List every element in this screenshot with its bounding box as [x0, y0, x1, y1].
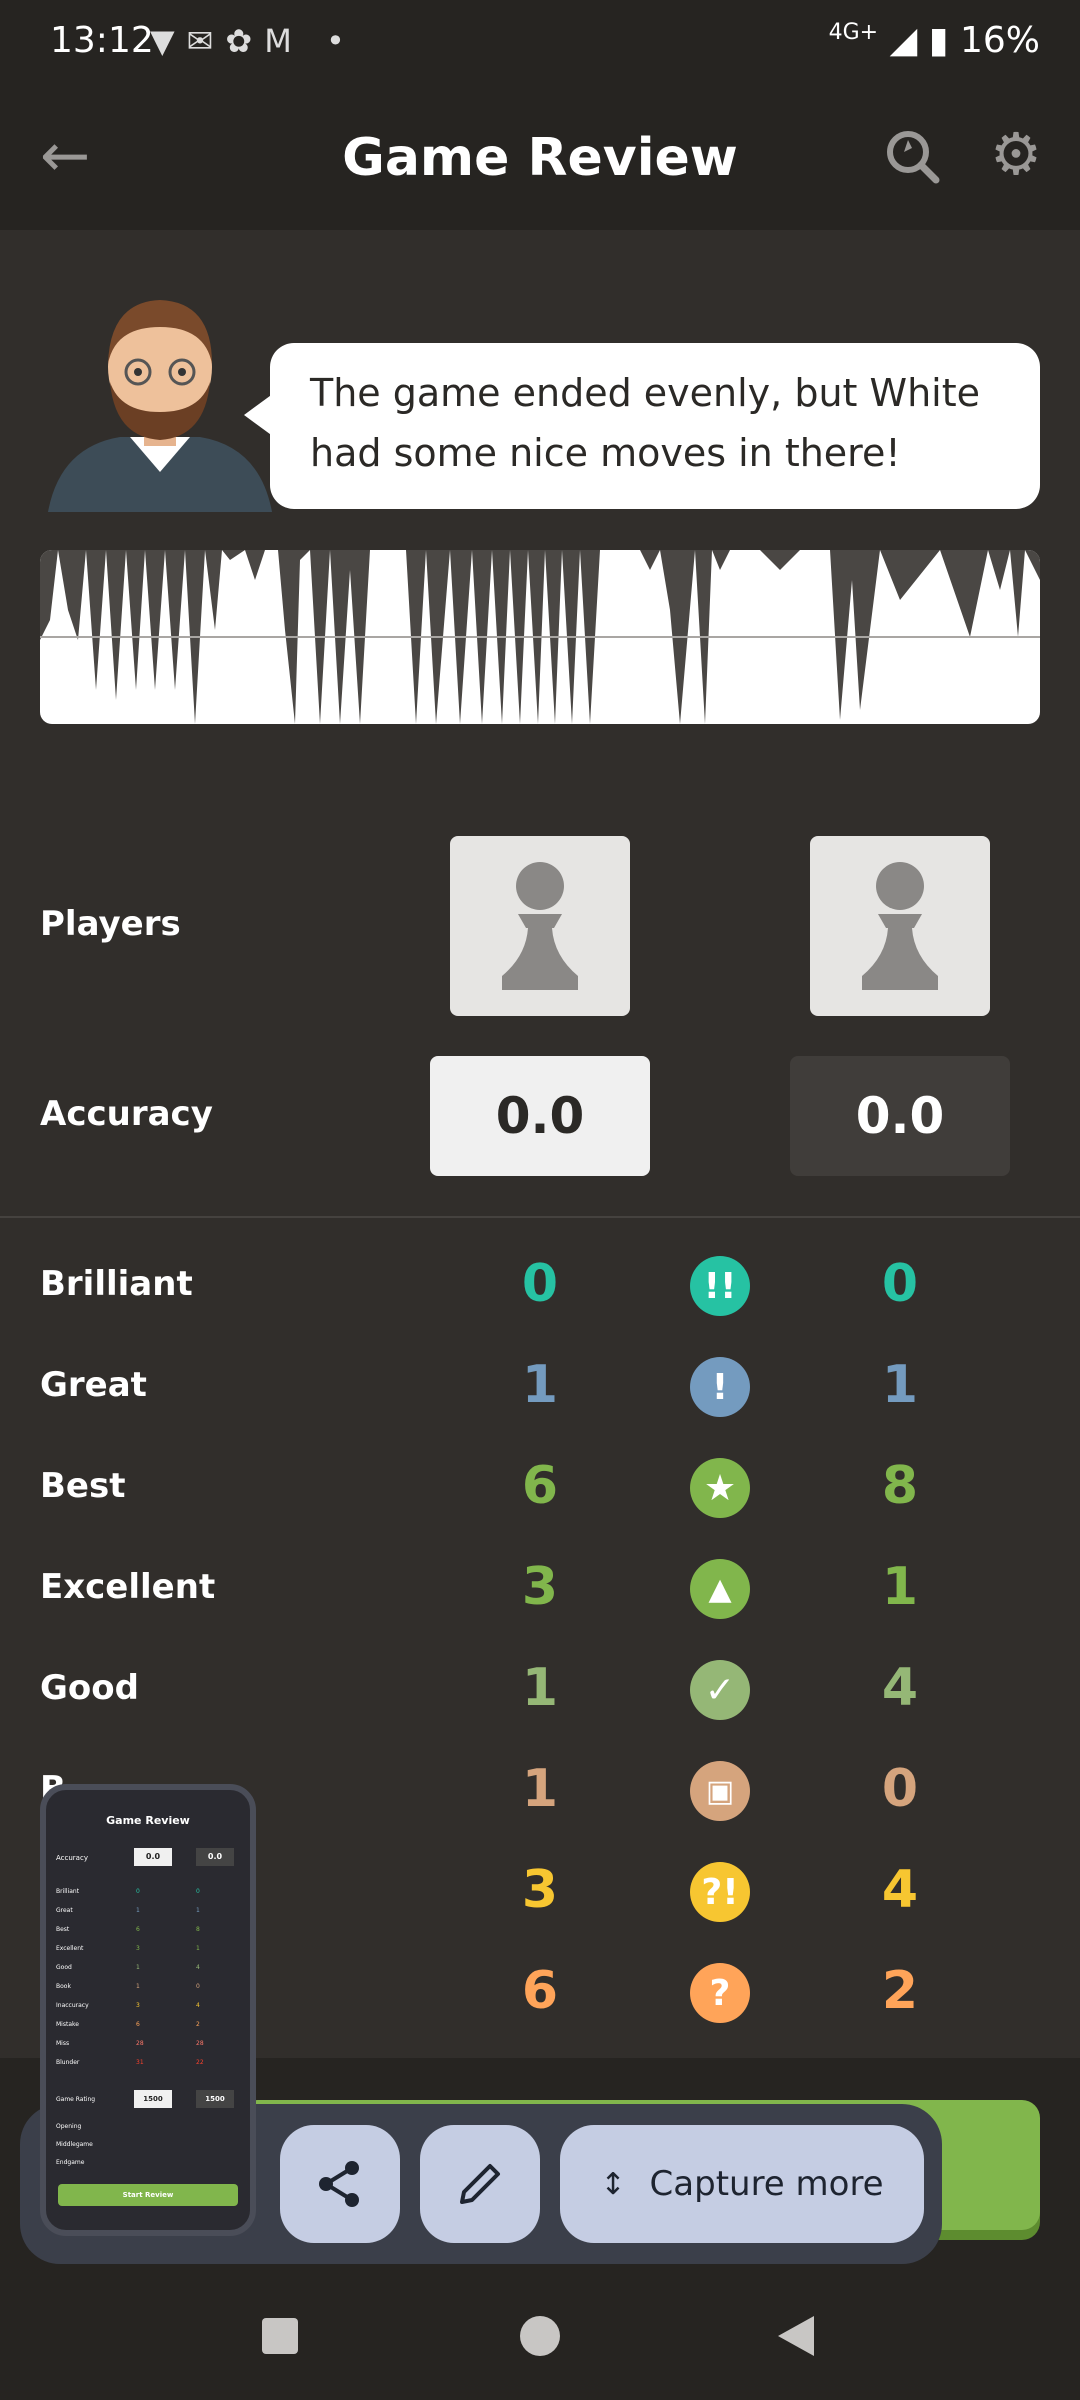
section-divider — [0, 1216, 1080, 1218]
thumbnail-rating-white: 1500 — [134, 2090, 172, 2108]
battery-icon: ▮ — [928, 20, 949, 61]
status-time: 13:12 — [50, 20, 154, 61]
share-icon — [319, 2161, 359, 2207]
recents-button-icon[interactable] — [262, 2318, 298, 2354]
thumbnail-acc-white: 0.0 — [134, 1848, 172, 1866]
thumbnail-phase: Endgame — [56, 2159, 85, 2166]
thumbnail-title: Game Review — [106, 1814, 190, 1827]
back-button-icon[interactable] — [778, 2316, 814, 2356]
thumbnail-row: Best 6 8 — [56, 1926, 200, 1933]
thumbnail-row: Book 1 0 — [56, 1983, 200, 1990]
brilliant-icon: !! — [690, 1256, 750, 1316]
black-book-count: 0 — [881, 1759, 919, 1819]
pencil-icon — [460, 2164, 500, 2204]
system-navigation-bar — [0, 2280, 1080, 2400]
black-accuracy: 0.0 — [790, 1056, 1010, 1176]
black-brilliant-count: 0 — [881, 1254, 919, 1314]
best-star-icon: ★ — [690, 1458, 750, 1518]
white-good-count: 1 — [521, 1658, 559, 1718]
white-accuracy: 0.0 — [430, 1056, 650, 1176]
edit-button[interactable] — [420, 2125, 540, 2243]
thumbnail-row: Miss 28 28 — [56, 2040, 204, 2047]
thumbnail-row: Good 1 4 — [56, 1964, 200, 1971]
best-label: Best — [40, 1466, 126, 1506]
thumbnail-phases: Opening Middlegame Endgame — [56, 2118, 93, 2172]
network-label: 4G+ — [828, 20, 879, 45]
black-great-count: 1 — [881, 1355, 919, 1415]
white-book-count: 1 — [521, 1759, 559, 1819]
pawn-icon — [862, 862, 938, 990]
book-icon: ▣ — [690, 1761, 750, 1821]
white-player-avatar[interactable] — [450, 836, 630, 1016]
black-mistake-count: 2 — [881, 1961, 919, 2021]
players-label: Players — [40, 904, 181, 944]
capture-more-button[interactable]: ↕ Capture more — [560, 2125, 924, 2243]
settings-gear-icon[interactable]: ⚙ — [990, 124, 1042, 184]
black-excellent-count: 1 — [881, 1557, 919, 1617]
thumbnail-row: Blunder 31 22 — [56, 2059, 204, 2066]
excellent-thumbs-up-icon: ▲ — [690, 1559, 750, 1619]
good-check-icon: ✓ — [690, 1660, 750, 1720]
thumbnail-start-review: Start Review — [58, 2184, 238, 2206]
thumbnail-game-rating-label: Game Rating — [56, 2096, 96, 2103]
notification-icons: ▼✉✿M • — [150, 22, 357, 60]
mistake-icon: ? — [690, 1963, 750, 2023]
expand-icon: ↕ — [600, 2166, 626, 2202]
screenshot-thumbnail[interactable]: Game Review Accuracy 0.0 0.0 Brilliant 0 0… — [40, 1784, 256, 2236]
coach-speech-bubble: The game ended evenly, but White had som… — [244, 343, 1040, 509]
coach-avatar — [40, 272, 280, 512]
status-bar: 13:12 ▼✉✿M • 4G+ ◢ ▮ 16% — [0, 0, 1080, 86]
white-excellent-count: 3 — [521, 1557, 559, 1617]
black-player-avatar[interactable] — [810, 836, 990, 1016]
thumbnail-phase: Opening — [56, 2123, 82, 2130]
thumbnail-rows: Brilliant 0 0 Great 1 1 Best 6 8 Excellent 3 1 G… — [56, 1882, 242, 2072]
signal-icon: ◢ — [889, 20, 918, 61]
white-great-count: 1 — [521, 1355, 559, 1415]
pawn-icon — [502, 862, 578, 990]
battery-level: 16% — [959, 20, 1040, 61]
brilliant-label: Brilliant — [40, 1264, 193, 1304]
black-good-count: 4 — [881, 1658, 919, 1718]
black-best-count: 8 — [881, 1456, 919, 1516]
thumbnail-row: Great 1 1 — [56, 1907, 200, 1914]
thumbnail-row: Inaccuracy 3 4 — [56, 2002, 200, 2009]
capture-more-label: Capture more — [649, 2164, 884, 2204]
white-best-count: 6 — [521, 1456, 559, 1516]
thumbnail-phase: Middlegame — [56, 2141, 93, 2148]
analysis-search-icon[interactable] — [882, 126, 942, 190]
status-right: 4G+ ◢ ▮ 16% — [829, 20, 1040, 61]
inaccuracy-icon: ?! — [690, 1862, 750, 1922]
great-label: Great — [40, 1365, 147, 1405]
white-inaccuracy-count: 3 — [521, 1860, 559, 1920]
evaluation-graph[interactable] — [40, 550, 1040, 724]
accuracy-label: Accuracy — [40, 1094, 213, 1134]
app-bar: ← Game Review ⚙ — [0, 86, 1080, 230]
white-brilliant-count: 0 — [521, 1254, 559, 1314]
share-button[interactable] — [280, 2125, 400, 2243]
great-icon: ! — [690, 1357, 750, 1417]
excellent-label: Excellent — [40, 1567, 216, 1607]
white-mistake-count: 6 — [521, 1961, 559, 2021]
thumbnail-row: Excellent 3 1 — [56, 1945, 200, 1952]
black-inaccuracy-count: 4 — [881, 1860, 919, 1920]
thumbnail-row: Mistake 6 2 — [56, 2021, 200, 2028]
thumbnail-rating-black: 1500 — [196, 2090, 234, 2108]
thumbnail-accuracy-label: Accuracy — [56, 1854, 88, 1862]
thumbnail-acc-black: 0.0 — [196, 1848, 234, 1866]
home-button-icon[interactable] — [520, 2316, 560, 2356]
good-label: Good — [40, 1668, 139, 1708]
thumbnail-row: Brilliant 0 0 — [56, 1888, 200, 1895]
